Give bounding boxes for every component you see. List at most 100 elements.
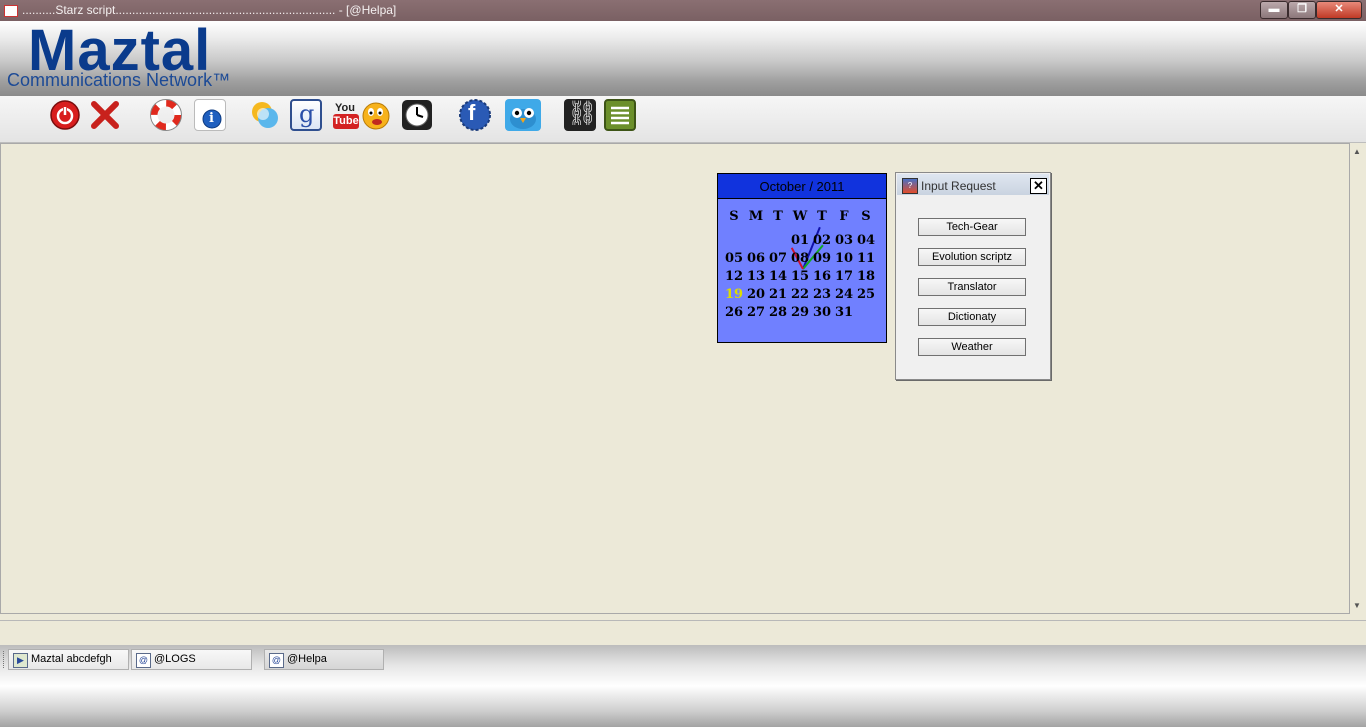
window-title: ..........Starz script..................… — [22, 3, 397, 17]
calendar-week-row: 01 02 03 04 — [723, 233, 885, 251]
scroll-down-icon[interactable]: ▼ — [1353, 601, 1361, 610]
info-button[interactable]: i — [194, 99, 226, 131]
minimize-button[interactable]: ▬ — [1260, 1, 1288, 19]
calendar-header: October / 2011 — [718, 174, 886, 199]
calendar-weekday-row: S M T W T F S — [723, 209, 885, 227]
list-icon — [611, 106, 629, 125]
vertical-scrollbar[interactable]: ▲ ▼ — [1350, 143, 1366, 614]
weekday-label: F — [839, 209, 849, 224]
calendar-day[interactable]: 18 — [855, 269, 877, 284]
twitter-button[interactable] — [505, 99, 541, 131]
task-helpa[interactable]: @ @Helpa — [264, 649, 384, 670]
calendar-day[interactable]: 09 — [811, 251, 833, 266]
dialog-close-button[interactable]: ✕ — [1030, 178, 1047, 194]
taskbar-grip — [3, 651, 7, 668]
clock-icon — [402, 100, 432, 130]
task-logs[interactable]: @ @LOGS — [131, 649, 252, 670]
minimize-icon: ▬ — [1268, 3, 1280, 15]
workspace — [0, 143, 1350, 614]
link-button[interactable]: ⛓ — [564, 99, 598, 131]
calendar-day[interactable]: 28 — [767, 305, 789, 320]
calendar-day[interactable]: 08 — [789, 251, 811, 266]
calendar-day[interactable]: 01 — [789, 233, 811, 248]
list-button[interactable] — [604, 99, 636, 131]
tech-gear-button[interactable]: Tech-Gear — [918, 218, 1026, 236]
calendar-day[interactable]: 15 — [789, 269, 811, 284]
calendar-day[interactable]: 22 — [789, 287, 811, 302]
link-chain-icon: ⛓ — [567, 100, 598, 127]
info-glyph: i — [209, 111, 214, 126]
calendar-week-row: 05 06 07 08 09 10 11 — [723, 251, 885, 269]
youtube-icon: Tube — [333, 114, 359, 129]
calendar-day-today[interactable]: 19 — [723, 287, 745, 302]
emoticon-button[interactable] — [360, 99, 392, 131]
weekday-label: M — [748, 209, 764, 224]
weekday-label: S — [861, 209, 871, 224]
dialog-titlebar[interactable]: ? Input Request ✕ — [897, 174, 1049, 195]
at-window-icon: @ — [136, 653, 151, 668]
power-button[interactable] — [49, 99, 81, 131]
input-request-dialog: ? Input Request ✕ Tech-Gear Evolution sc… — [895, 172, 1051, 380]
calendar-day[interactable]: 23 — [811, 287, 833, 302]
task-label: Maztal abcdefgh — [31, 653, 112, 665]
calendar-day[interactable]: 20 — [745, 287, 767, 302]
calendar-week-row: 12 13 14 15 16 17 18 — [723, 269, 885, 287]
calendar-day[interactable]: 07 — [767, 251, 789, 266]
weather-button[interactable]: Weather — [918, 338, 1026, 356]
close-x-icon — [91, 101, 119, 129]
weekday-label: T — [817, 209, 827, 224]
scroll-up-icon[interactable]: ▲ — [1353, 147, 1361, 156]
facebook-glyph: f — [468, 100, 476, 125]
calendar-day[interactable]: 27 — [745, 305, 767, 320]
google-button[interactable]: g — [290, 99, 322, 131]
close-icon: ✕ — [1033, 178, 1044, 193]
maximize-icon: ❐ — [1297, 3, 1307, 15]
close-icon: ✕ — [1334, 3, 1344, 15]
calendar-day[interactable]: 13 — [745, 269, 767, 284]
close-window-button[interactable]: ✕ — [1316, 1, 1362, 19]
calendar-day[interactable]: 04 — [855, 233, 877, 248]
calendar-day[interactable]: 21 — [767, 287, 789, 302]
weekday-label: W — [792, 209, 808, 224]
calendar-day[interactable]: 02 — [811, 233, 833, 248]
dialog-app-icon: ? — [902, 178, 918, 194]
calendar-day[interactable]: 14 — [767, 269, 789, 284]
task-label: @Helpa — [287, 653, 327, 665]
maximize-button[interactable]: ❐ — [1288, 1, 1316, 19]
calendar-day[interactable]: 12 — [723, 269, 745, 284]
at-window-icon: @ — [269, 653, 284, 668]
clock-button[interactable] — [401, 99, 433, 131]
calendar-day[interactable]: 03 — [833, 233, 855, 248]
calendar-day[interactable]: 17 — [833, 269, 855, 284]
toolbar: i g You Tube f ⛓ — [0, 96, 1366, 143]
calendar-day[interactable]: 25 — [855, 287, 877, 302]
calendar-day[interactable]: 10 — [833, 251, 855, 266]
facebook-button[interactable]: f — [455, 99, 495, 131]
app-icon — [4, 5, 18, 17]
task-maztal[interactable]: ▶ Maztal abcdefgh — [8, 649, 129, 670]
dictionary-button[interactable]: Dictionaty — [918, 308, 1026, 326]
translator-button[interactable]: Translator — [918, 278, 1026, 296]
calendar-day[interactable]: 26 — [723, 305, 745, 320]
evolution-scriptz-button[interactable]: Evolution scriptz — [918, 248, 1026, 266]
calendar-day[interactable]: 24 — [833, 287, 855, 302]
messenger-button[interactable] — [249, 99, 281, 131]
calendar-day[interactable]: 29 — [789, 305, 811, 320]
calendar-day[interactable]: 11 — [855, 251, 877, 266]
exit-button[interactable] — [89, 99, 121, 131]
calendar-widget: October / 2011 S M T W T F S 01 02 03 04 05 0… — [717, 173, 887, 343]
calendar-day[interactable]: 06 — [745, 251, 767, 266]
banner: Maztal Communications Network™ — [0, 18, 1366, 96]
calendar-day[interactable]: 31 — [833, 305, 855, 320]
emoticon-icon — [362, 102, 390, 130]
help-button[interactable] — [150, 99, 182, 131]
calendar-week-row: 19 20 21 22 23 24 25 — [723, 287, 885, 305]
calendar-day[interactable]: 05 — [723, 251, 745, 266]
youtube-top-label: You — [335, 102, 355, 114]
calendar-week-row: 26 27 28 29 30 31 — [723, 305, 885, 323]
weekday-label: T — [773, 209, 783, 224]
weekday-label: S — [729, 209, 739, 224]
calendar-day[interactable]: 30 — [811, 305, 833, 320]
calendar-day[interactable]: 16 — [811, 269, 833, 284]
google-icon: g — [299, 100, 315, 128]
